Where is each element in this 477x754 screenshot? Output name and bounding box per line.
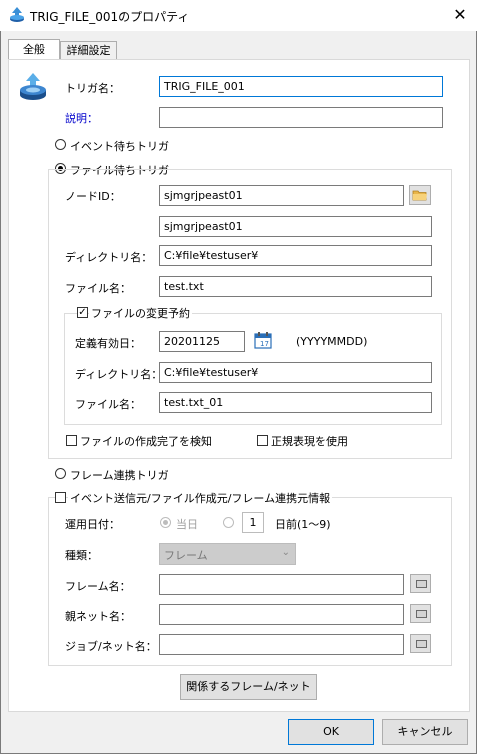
file-trigger-icon: [17, 71, 49, 103]
trigger-name-field[interactable]: TRIG_FILE_001: [159, 76, 443, 97]
app-icon: [8, 6, 26, 24]
svg-text:17: 17: [260, 340, 269, 348]
effective-date-field[interactable]: 20201125: [159, 331, 245, 352]
node-id-field[interactable]: sjmgrjpeast01: [159, 185, 404, 206]
tab-advanced[interactable]: 詳細設定: [60, 41, 117, 60]
reserve-filename-field[interactable]: test.txt_01: [159, 392, 432, 413]
detect-creation-label[interactable]: ファイルの作成完了を検知: [80, 433, 212, 449]
kind-label: 種類：: [65, 549, 98, 562]
cancel-button[interactable]: キャンセル: [382, 719, 468, 745]
related-frame-net-button[interactable]: 関係するフレーム/ネット: [180, 674, 317, 700]
use-regex-label[interactable]: 正規表現を使用: [271, 433, 348, 449]
kind-select[interactable]: フレーム ⌄: [159, 543, 296, 565]
trigger-name-label: トリガ名：: [65, 82, 120, 95]
job-net-browse-button[interactable]: [410, 634, 431, 653]
source-info-label[interactable]: イベント送信元/ファイル作成元/フレーム連携元情報: [68, 490, 333, 506]
window-title: TRIG_FILE_001のプロパティ: [30, 10, 190, 24]
close-icon[interactable]: ✕: [448, 4, 472, 26]
parent-net-field[interactable]: [159, 604, 404, 625]
effective-date-label: 定義有効日：: [75, 337, 141, 350]
job-net-field[interactable]: [159, 634, 404, 655]
date-format-hint: (YYYYMMDD): [296, 335, 368, 348]
chevron-down-icon: ⌄: [281, 547, 290, 558]
folder-icon: [412, 190, 427, 201]
source-info-checkbox[interactable]: [55, 492, 66, 503]
kind-select-value: フレーム: [164, 549, 208, 562]
node-id-field-2[interactable]: sjmgrjpeast01: [159, 216, 432, 237]
ok-button[interactable]: OK: [288, 719, 374, 745]
today-radio[interactable]: [160, 517, 171, 528]
filename-label: ファイル名：: [65, 282, 131, 295]
job-net-label: ジョブ/ネット名：: [65, 640, 157, 653]
frame-name-label: フレーム名：: [65, 580, 131, 593]
filename-field[interactable]: test.txt: [159, 276, 432, 297]
directory-label: ディレクトリ名：: [65, 251, 153, 264]
calendar-icon[interactable]: 17: [252, 330, 274, 351]
tab-general[interactable]: 全般: [8, 39, 60, 61]
frame-name-field[interactable]: [159, 574, 404, 595]
description-label[interactable]: 説明：: [65, 110, 98, 126]
description-field[interactable]: [159, 107, 443, 128]
parent-net-label: 親ネット名：: [65, 610, 131, 623]
days-before-field[interactable]: 1: [242, 512, 264, 533]
event-trigger-label[interactable]: イベント待ちトリガ: [70, 138, 169, 154]
change-reservation-label[interactable]: ファイルの変更予約: [89, 305, 192, 321]
reserve-directory-field[interactable]: C:¥file¥testuser¥: [159, 362, 432, 383]
reserve-directory-label: ディレクトリ名：: [75, 368, 163, 381]
days-before-radio[interactable]: [223, 517, 234, 528]
frame-trigger-label[interactable]: フレーム連携トリガ: [70, 467, 169, 483]
today-label: 当日: [176, 518, 198, 531]
frame-trigger-radio[interactable]: [55, 468, 66, 479]
operation-date-label: 運用日付：: [65, 518, 120, 531]
event-trigger-radio[interactable]: [55, 139, 66, 150]
node-id-label: ノードID：: [65, 190, 121, 203]
days-before-label: 日前(1〜9): [275, 518, 331, 531]
use-regex-checkbox[interactable]: [257, 435, 268, 446]
reserve-filename-label: ファイル名：: [75, 398, 141, 411]
parent-net-browse-button[interactable]: [410, 604, 431, 623]
change-reservation-checkbox[interactable]: ✓: [77, 307, 88, 318]
detect-creation-checkbox[interactable]: [66, 435, 77, 446]
directory-field[interactable]: C:¥file¥testuser¥: [159, 245, 432, 266]
frame-name-browse-button[interactable]: [410, 574, 431, 593]
folder-browse-button[interactable]: [409, 185, 431, 205]
